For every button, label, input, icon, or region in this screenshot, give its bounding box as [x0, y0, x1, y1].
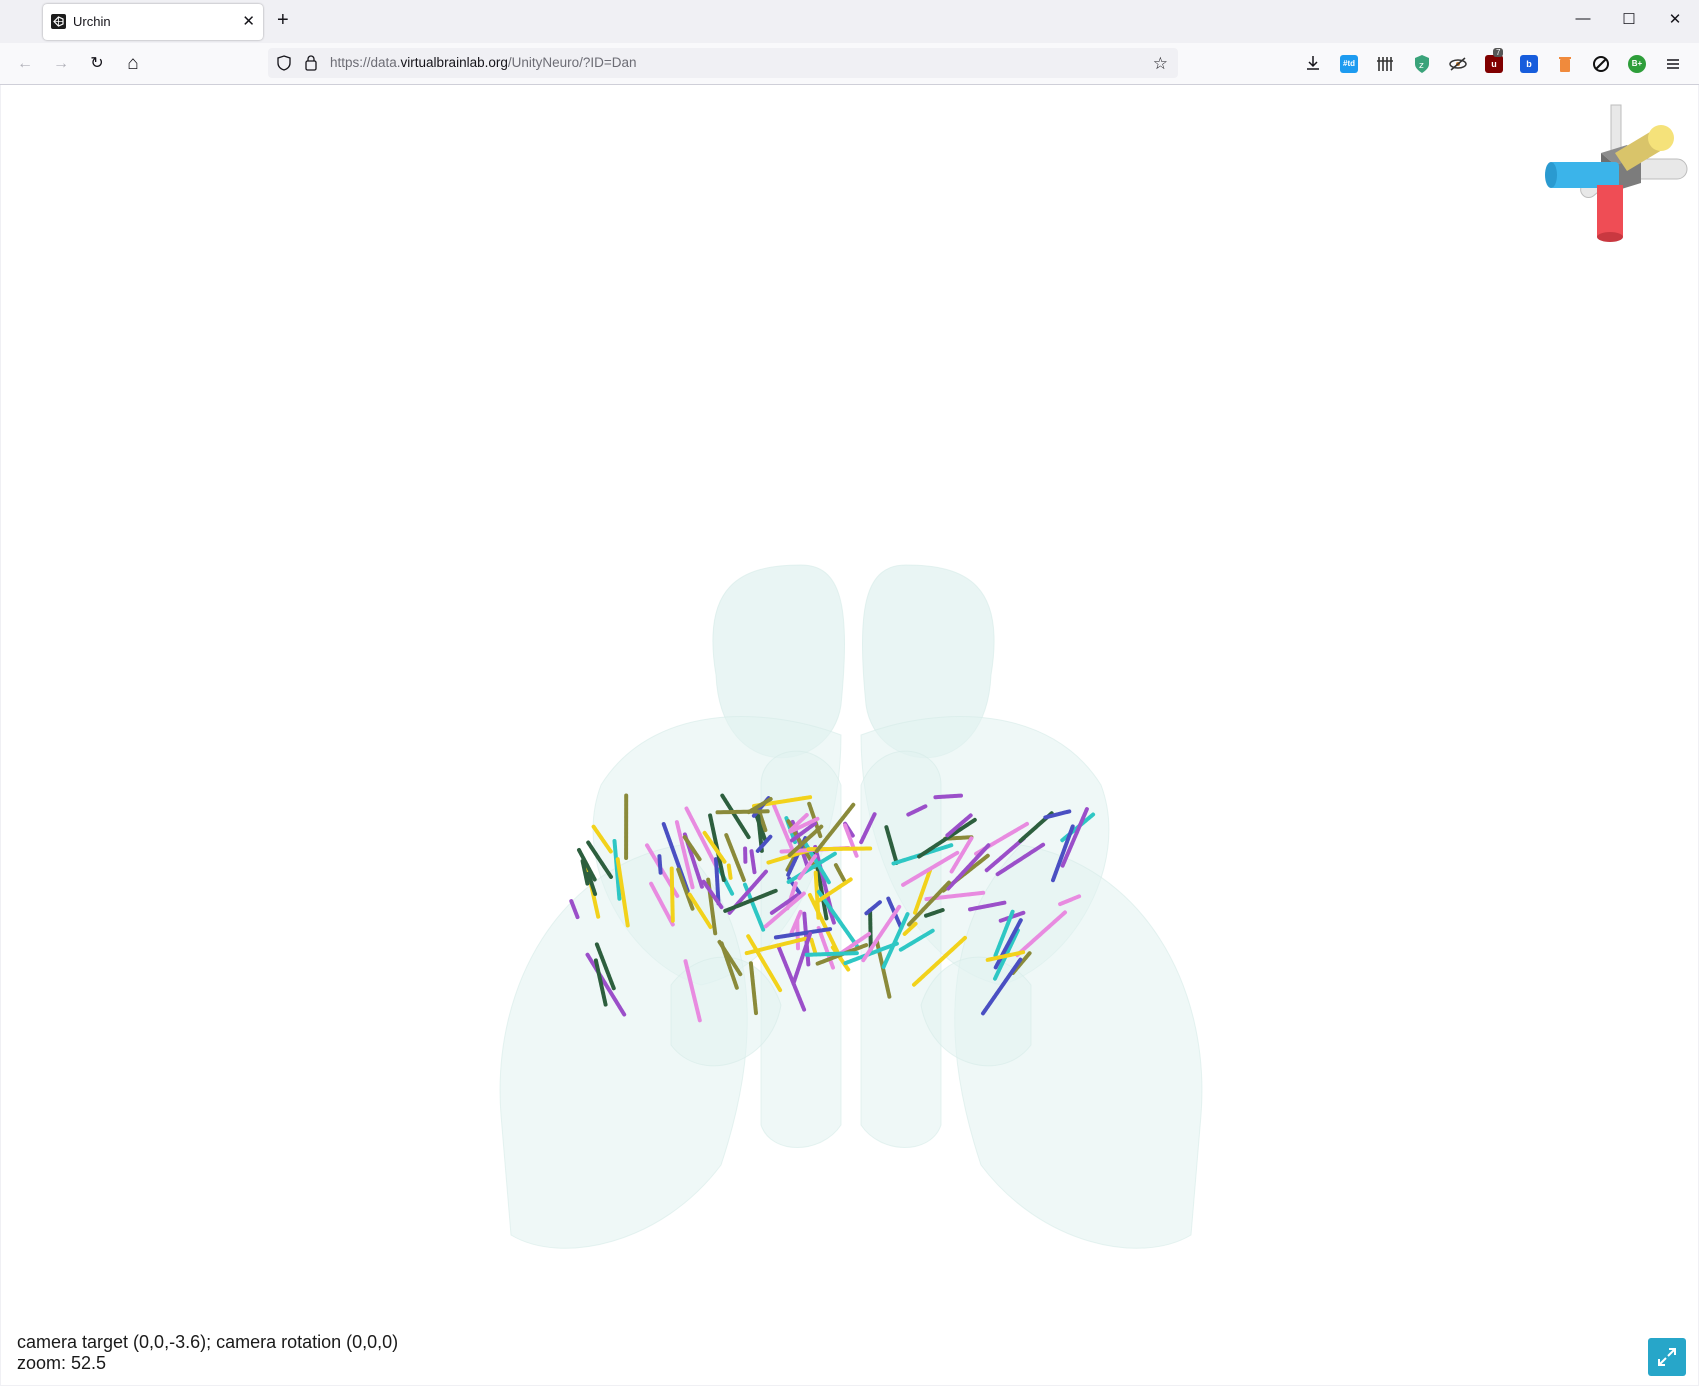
minimize-button[interactable]: —: [1568, 10, 1598, 34]
maximize-button[interactable]: ☐: [1614, 10, 1644, 34]
shield-icon[interactable]: [277, 55, 291, 71]
lock-icon[interactable]: [304, 54, 318, 71]
ublock-icon[interactable]: u: [1485, 55, 1503, 73]
td-extension-icon[interactable]: #td: [1340, 55, 1358, 73]
expand-icon: [1658, 1348, 1676, 1366]
probe-track: [868, 908, 873, 952]
unity-icon: [51, 14, 66, 29]
camera-info-overlay: camera target (0,0,-3.6); camera rotatio…: [17, 1332, 398, 1374]
back-button[interactable]: ←: [12, 51, 38, 77]
svg-text:z: z: [1419, 61, 1424, 71]
probe-track: [657, 854, 663, 875]
forward-button[interactable]: →: [48, 51, 74, 77]
axis-gizmo[interactable]: [1541, 101, 1691, 251]
axis-blue-cap: [1545, 162, 1557, 188]
url-bar[interactable]: https://data.virtualbrainlab.org/UnityNe…: [268, 48, 1178, 78]
shield-extension-icon[interactable]: z: [1413, 54, 1431, 74]
url-scheme: https://data.: [330, 55, 401, 70]
menu-icon[interactable]: [1664, 55, 1682, 73]
columns-icon[interactable]: [1376, 55, 1394, 73]
probe-track: [933, 793, 963, 800]
download-icon[interactable]: [1304, 54, 1322, 72]
url-path: /UnityNeuro/?ID=Dan: [507, 55, 637, 70]
bitwarden-icon[interactable]: b: [1520, 55, 1538, 73]
ublock-badge: 7: [1493, 48, 1504, 57]
reload-button[interactable]: ↻: [84, 51, 110, 77]
navigation-bar: ← → ↻ ⌂ https://data.virtualbrainlab.org…: [0, 43, 1699, 85]
tab-bar: Urchin ✕ + — ☐ ✕: [0, 0, 1699, 43]
url-text[interactable]: https://data.virtualbrainlab.org/UnityNe…: [330, 55, 637, 70]
close-tab-icon[interactable]: ✕: [242, 12, 255, 30]
tab-urchin[interactable]: Urchin ✕: [43, 4, 263, 40]
axis-red-cylinder: [1597, 185, 1623, 237]
camera-info-text: camera target (0,0,-3.6); camera rotatio…: [17, 1332, 399, 1352]
axis-yellow-cap: [1648, 125, 1674, 151]
bookmark-star-icon[interactable]: ☆: [1153, 54, 1168, 74]
brain-mesh: [499, 564, 1203, 1249]
axis-blue-cylinder: [1549, 162, 1619, 188]
url-domain: virtualbrainlab.org: [400, 55, 508, 70]
brain-3d-view[interactable]: [1, 85, 1698, 1385]
tab-title: Urchin: [73, 14, 111, 29]
probe-track: [804, 951, 859, 957]
close-window-button[interactable]: ✕: [1660, 10, 1690, 34]
probe-track: [669, 866, 675, 923]
fullscreen-button[interactable]: [1648, 1338, 1686, 1376]
new-tab-button[interactable]: +: [277, 9, 289, 32]
probe-track: [726, 863, 733, 880]
home-button[interactable]: ⌂: [120, 51, 146, 77]
axis-red-cap: [1597, 232, 1623, 242]
block-icon[interactable]: [1592, 55, 1610, 73]
trash-icon[interactable]: [1557, 54, 1573, 74]
zoom-info-text: zoom: 52.5: [17, 1353, 107, 1373]
brain-region: [760, 750, 842, 1148]
unity-viewport[interactable]: camera target (0,0,-3.6); camera rotatio…: [1, 85, 1698, 1385]
probe-track: [715, 809, 770, 815]
b-plus-icon[interactable]: B+: [1628, 55, 1646, 73]
eye-extension-icon[interactable]: [1448, 55, 1468, 73]
